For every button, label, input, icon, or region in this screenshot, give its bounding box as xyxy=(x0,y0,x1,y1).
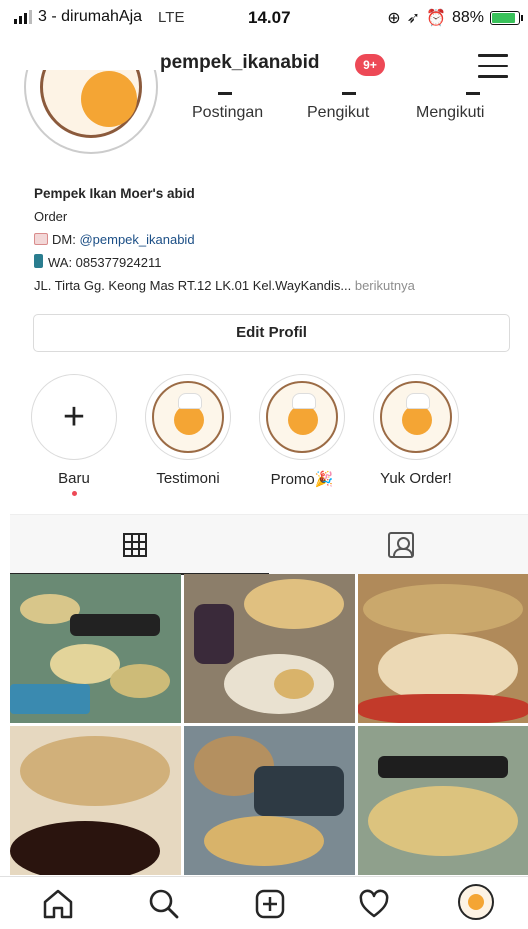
stat-label-followers[interactable]: Pengikut xyxy=(307,104,369,122)
photo-tile[interactable] xyxy=(10,574,181,723)
story-highlights: + Baru Testimoni Promo🎉 Yuk Order! xyxy=(0,374,528,504)
highlight-label: Yuk Order! xyxy=(380,470,452,487)
profile-stats: Postingan Pengikut Mengikuti xyxy=(180,90,520,130)
tab-tagged[interactable] xyxy=(269,515,528,575)
screen-lock-icon: ⊕ xyxy=(387,10,401,27)
photo-tile[interactable] xyxy=(358,726,528,875)
brand-logo-icon xyxy=(380,381,452,453)
bio-line-dm: DM: @pempek_ikanabid xyxy=(34,228,514,251)
stat-label-following[interactable]: Mengikuti xyxy=(416,104,484,122)
status-time: 14.07 xyxy=(248,8,291,27)
username-title[interactable]: pempek_ikanabid xyxy=(160,52,319,74)
highlight-promo[interactable]: Promo🎉 xyxy=(252,374,352,488)
brand-logo-icon xyxy=(266,381,338,453)
bio-address: JL. Tirta Gg. Keong Mas RT.12 LK.01 Kel.… xyxy=(34,278,352,293)
highlight-label: Promo🎉 xyxy=(270,471,334,488)
tab-posts-grid[interactable] xyxy=(10,515,269,575)
highlight-label: Testimoni xyxy=(156,470,220,487)
mail-icon xyxy=(34,233,48,245)
network-type: LTE xyxy=(158,8,185,26)
profile-tabs xyxy=(10,514,528,575)
bio-line-wa: WA: 085377924211 xyxy=(34,251,514,274)
photo-tile[interactable] xyxy=(184,574,355,723)
stat-count-following xyxy=(466,92,480,95)
search-icon[interactable] xyxy=(146,886,182,922)
bio-dm-prefix: DM: xyxy=(52,232,80,247)
alarm-icon: ⏰ xyxy=(426,10,446,27)
home-icon[interactable] xyxy=(40,886,76,922)
add-post-icon[interactable] xyxy=(252,886,288,922)
phone-icon xyxy=(34,254,43,268)
hamburger-menu-icon[interactable] xyxy=(478,54,508,78)
highlight-testimoni[interactable]: Testimoni xyxy=(138,374,238,487)
bio-more-link[interactable]: berikutnya xyxy=(355,278,415,293)
highlight-cover[interactable] xyxy=(259,374,345,460)
profile-tab-avatar[interactable] xyxy=(458,884,494,920)
location-icon: ➶ xyxy=(406,10,421,27)
profile-bio: Pempek Ikan Moer's abid Order DM: @pempe… xyxy=(34,182,514,297)
notification-badge[interactable]: 9+ xyxy=(355,54,385,76)
bio-line-order: Order xyxy=(34,209,68,224)
highlight-cover[interactable] xyxy=(373,374,459,460)
grid-icon xyxy=(123,533,147,557)
photo-grid xyxy=(10,574,528,876)
edit-profile-button[interactable]: Edit Profil xyxy=(33,314,510,352)
highlight-new[interactable]: + Baru xyxy=(24,374,124,496)
bio-wa-number: WA: 085377924211 xyxy=(48,255,162,270)
highlight-new-circle[interactable]: + xyxy=(31,374,117,460)
plus-icon: + xyxy=(62,396,86,438)
photo-tile[interactable] xyxy=(184,726,355,875)
stat-count-followers xyxy=(342,92,356,95)
profile-name: Pempek Ikan Moer's abid xyxy=(34,186,195,201)
photo-tile[interactable] xyxy=(10,726,181,875)
status-left: 3 - dirumahAja LTE xyxy=(14,8,184,26)
profile-avatar[interactable] xyxy=(22,70,162,156)
brand-logo-icon xyxy=(152,381,224,453)
photo-tile[interactable] xyxy=(358,574,528,723)
tagged-icon xyxy=(388,532,414,558)
status-right: ⊕ ➶ ⏰ 88% xyxy=(387,8,523,28)
bio-line-address: JL. Tirta Gg. Keong Mas RT.12 LK.01 Kel.… xyxy=(34,274,514,297)
highlight-label: Baru xyxy=(58,470,90,487)
status-bar: 3 - dirumahAja LTE 14.07 ⊕ ➶ ⏰ 88% xyxy=(0,0,528,36)
stat-count-posts xyxy=(218,92,232,95)
heart-icon[interactable] xyxy=(356,886,392,922)
stat-label-posts[interactable]: Postingan xyxy=(192,104,263,122)
bio-dm-handle-link[interactable]: @pempek_ikanabid xyxy=(79,232,194,247)
battery-percent: 88% xyxy=(451,9,484,26)
signal-strength-icon xyxy=(14,10,32,24)
highlight-yuk-order[interactable]: Yuk Order! xyxy=(366,374,466,487)
carrier-name: 3 - dirumahAja xyxy=(38,8,143,25)
highlight-cover[interactable] xyxy=(145,374,231,460)
new-indicator-dot xyxy=(71,491,77,496)
battery-icon xyxy=(490,11,523,25)
